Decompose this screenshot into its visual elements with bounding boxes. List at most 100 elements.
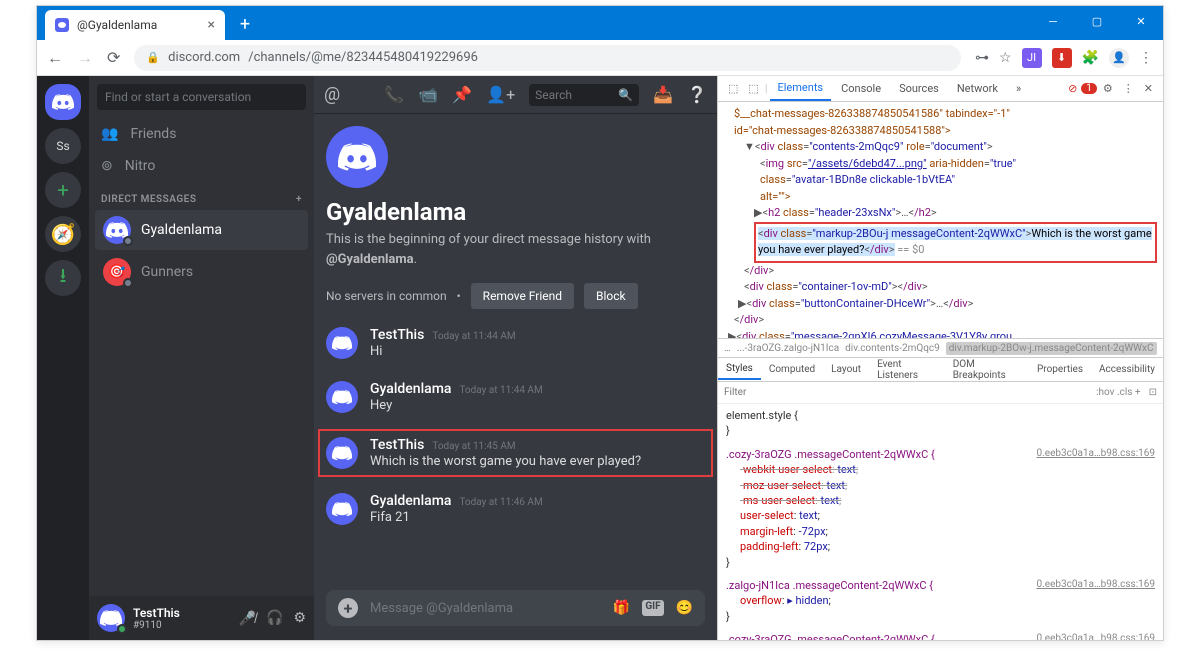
tab-close-icon[interactable]: × bbox=[208, 17, 215, 33]
search-icon: 🔍 bbox=[618, 88, 633, 102]
user-name: TestThis bbox=[133, 606, 180, 620]
devtools-tabs: ⬚ ⬚ | Elements Console Sources Network »… bbox=[718, 76, 1163, 102]
message-2: GyaldenlamaToday at 11:44 AM Hey bbox=[326, 375, 705, 419]
add-dm-icon[interactable]: + bbox=[296, 194, 302, 205]
gif-icon[interactable]: GIF bbox=[642, 600, 663, 616]
close-window-button[interactable]: ✕ bbox=[1119, 6, 1163, 36]
tab-network[interactable]: Network bbox=[949, 77, 1006, 100]
server-ss[interactable]: Ss bbox=[45, 128, 81, 164]
dm-profile-header: Gyaldenlama This is the beginning of you… bbox=[326, 126, 705, 309]
more-icon[interactable]: ⋮ bbox=[1119, 78, 1138, 99]
profile-actions: No servers in common • Remove Friend Blo… bbox=[326, 283, 705, 309]
settings-icon[interactable]: ⚙ bbox=[293, 610, 306, 627]
user-avatar[interactable] bbox=[97, 604, 125, 632]
tab-more[interactable]: » bbox=[1008, 77, 1029, 100]
device-icon[interactable]: ⬚ bbox=[744, 78, 762, 99]
tab-dom[interactable]: DOM Breakpoints bbox=[945, 355, 1029, 385]
tab-computed[interactable]: Computed bbox=[761, 360, 823, 379]
maximize-button[interactable]: ▢ bbox=[1075, 6, 1119, 36]
styles-filter: :hov .cls + ⊡ bbox=[718, 382, 1163, 404]
download-button[interactable]: ⭳ bbox=[45, 260, 81, 296]
dm-gyaldenlama[interactable]: Gyaldenlama bbox=[95, 210, 308, 250]
chat-area: @ 📞 📹 📌 👤+ Search🔍 📥 ❔ Gyaldenlama bbox=[314, 76, 717, 640]
explore-button[interactable]: 🧭 bbox=[45, 216, 81, 252]
nitro-nav[interactable]: ⊚Nitro bbox=[89, 150, 314, 182]
avatar bbox=[326, 493, 358, 525]
add-server-button[interactable]: + bbox=[45, 172, 81, 208]
menu-icon[interactable]: ⋮ bbox=[1139, 50, 1153, 66]
browser-tab[interactable]: @Gyaldenlama × bbox=[45, 10, 225, 40]
add-friend-icon[interactable]: 👤+ bbox=[486, 85, 515, 104]
url-host: discord.com bbox=[168, 50, 240, 65]
nitro-icon: ⊚ bbox=[101, 158, 113, 174]
call-icon[interactable]: 📞 bbox=[384, 85, 404, 104]
pin-icon[interactable]: 📌 bbox=[452, 85, 472, 104]
deafen-icon[interactable]: 🎧 bbox=[266, 610, 283, 627]
tab-sources[interactable]: Sources bbox=[891, 77, 947, 100]
message-1: TestThisToday at 11:44 AM Hi bbox=[326, 321, 705, 365]
home-button[interactable] bbox=[45, 84, 81, 120]
remove-friend-button[interactable]: Remove Friend bbox=[471, 283, 574, 309]
url-path: /channels/@me/823445480419229696 bbox=[248, 50, 478, 65]
avatar bbox=[103, 216, 131, 244]
tab-styles[interactable]: Styles bbox=[718, 359, 761, 380]
header-search[interactable]: Search🔍 bbox=[529, 84, 639, 106]
profile-avatar[interactable]: 👤 bbox=[1109, 48, 1129, 68]
tab-title: @Gyaldenlama bbox=[77, 18, 157, 32]
add-attachment-icon[interactable]: + bbox=[338, 598, 358, 618]
user-controls: 🎤̸ 🎧 ⚙ bbox=[239, 610, 306, 627]
avatar bbox=[326, 327, 358, 359]
server-list: Ss + 🧭 ⭳ bbox=[37, 76, 89, 640]
dm-gunners[interactable]: 🎯 Gunners bbox=[95, 252, 308, 292]
avatar bbox=[326, 437, 358, 469]
user-tag: #9110 bbox=[133, 620, 180, 631]
search-conversation[interactable]: Find or start a conversation bbox=[97, 84, 306, 110]
extensions-icon[interactable]: 🧩 bbox=[1082, 50, 1099, 66]
inbox-icon[interactable]: 📥 bbox=[653, 85, 673, 104]
filter-options[interactable]: :hov .cls + bbox=[1096, 387, 1141, 398]
tab-props[interactable]: Properties bbox=[1029, 360, 1091, 379]
help-icon[interactable]: ❔ bbox=[687, 85, 707, 104]
tab-a11y[interactable]: Accessibility bbox=[1091, 360, 1163, 379]
extension-icon-2[interactable]: ⬇ bbox=[1052, 48, 1072, 68]
error-count[interactable]: ⊘1 bbox=[1068, 82, 1097, 95]
block-button[interactable]: Block bbox=[584, 283, 638, 309]
discord-app: Ss + 🧭 ⭳ Find or start a conversation 👥F… bbox=[37, 76, 717, 640]
new-tab-button[interactable]: + bbox=[231, 10, 259, 38]
friends-icon: 👥 bbox=[101, 126, 118, 142]
inspect-icon[interactable]: ⬚ bbox=[724, 78, 742, 99]
elements-tree[interactable]: $__chat-messages-826338874850541586" tab… bbox=[718, 102, 1163, 338]
close-devtools-icon[interactable]: ✕ bbox=[1140, 78, 1157, 99]
no-servers-text: No servers in common bbox=[326, 289, 447, 303]
mute-icon[interactable]: 🎤̸ bbox=[239, 610, 256, 627]
key-icon[interactable]: ⊶ bbox=[975, 50, 989, 66]
url-field[interactable]: 🔒 discord.com/channels/@me/8234454804192… bbox=[134, 45, 961, 71]
browser-window: @Gyaldenlama × + ─ ▢ ✕ ← → ⟳ 🔒 discord.c… bbox=[36, 5, 1164, 641]
tab-events[interactable]: Event Listeners bbox=[869, 355, 945, 385]
address-bar: ← → ⟳ 🔒 discord.com/channels/@me/8234454… bbox=[37, 40, 1163, 76]
friends-nav[interactable]: 👥Friends bbox=[89, 118, 314, 150]
message-input[interactable]: + Message @Gyaldenlama 🎁 GIF 😊 bbox=[326, 590, 705, 626]
dm-header: DIRECT MESSAGES+ bbox=[89, 182, 314, 209]
chat-body: Gyaldenlama This is the beginning of you… bbox=[314, 114, 717, 590]
message-3-highlighted: TestThisToday at 11:45 AM Which is the w… bbox=[318, 429, 713, 477]
back-button[interactable]: ← bbox=[47, 48, 63, 68]
profile-desc: This is the beginning of your direct mes… bbox=[326, 230, 705, 269]
tab-layout[interactable]: Layout bbox=[823, 360, 869, 379]
styles-body[interactable]: element.style {} 0.eeb3c0a1a…b98.css:169… bbox=[718, 404, 1163, 640]
filter-input[interactable] bbox=[724, 387, 1088, 398]
reload-button[interactable]: ⟳ bbox=[107, 48, 120, 67]
user-panel: TestThis #9110 🎤̸ 🎧 ⚙ bbox=[89, 596, 314, 640]
tab-elements[interactable]: Elements bbox=[770, 76, 832, 101]
video-icon[interactable]: 📹 bbox=[418, 85, 438, 104]
forward-button[interactable]: → bbox=[77, 48, 93, 68]
emoji-icon[interactable]: 😊 bbox=[676, 600, 693, 616]
bookmark-icon[interactable]: ☆ bbox=[999, 50, 1012, 66]
minimize-button[interactable]: ─ bbox=[1031, 6, 1075, 36]
settings-icon[interactable]: ⚙ bbox=[1099, 78, 1117, 99]
gift-icon[interactable]: 🎁 bbox=[613, 600, 630, 616]
avatar: 🎯 bbox=[103, 258, 131, 286]
tab-console[interactable]: Console bbox=[833, 77, 889, 100]
toggle-icon[interactable]: ⊡ bbox=[1149, 387, 1157, 398]
extension-icon-1[interactable]: JI bbox=[1022, 48, 1042, 68]
